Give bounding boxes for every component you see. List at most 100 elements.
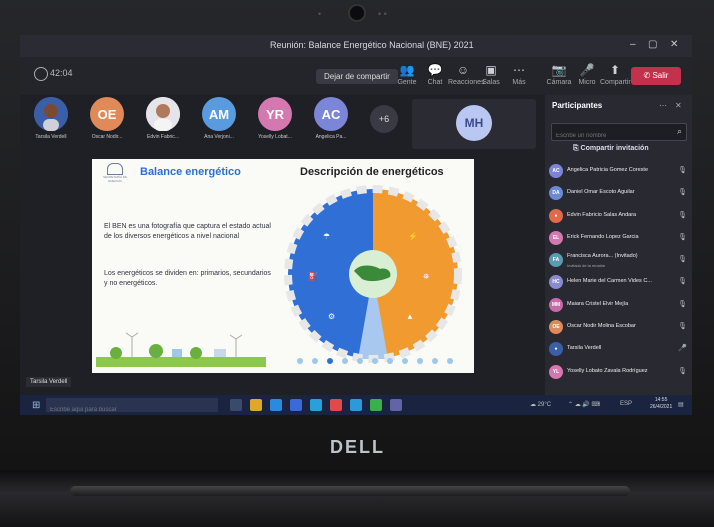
- window-title: Reunión: Balance Energético Nacional (BN…: [270, 40, 474, 50]
- participant-row[interactable]: AC Angelica Patricia Gomez Coreste 🎙: [549, 161, 689, 183]
- windows-start-icon[interactable]: ⊞: [32, 400, 40, 411]
- spotlight-tile[interactable]: MH: [412, 99, 536, 149]
- taskbar-search-input[interactable]: [46, 404, 204, 415]
- camera-button[interactable]: 📷 Cámara: [544, 63, 574, 86]
- tray-icons[interactable]: ⌃ ☁ 🔊 ⌨: [568, 401, 600, 408]
- avatar: YR: [258, 97, 292, 131]
- panel-more-icon[interactable]: ⋯: [659, 101, 667, 110]
- taskbar-search[interactable]: [46, 398, 218, 415]
- participant-row[interactable]: OE Oscar Nodir Molina Escobar 🎙: [549, 317, 689, 339]
- task-view-icon[interactable]: [230, 399, 242, 411]
- participant-search[interactable]: ⌕: [551, 123, 687, 143]
- participant-tile[interactable]: YR Yoselly Lobat...: [248, 97, 302, 140]
- close-button[interactable]: ✕: [670, 39, 678, 50]
- svg-text:⚡: ⚡: [408, 231, 418, 241]
- avatar: AC: [549, 164, 563, 178]
- avatar: ●: [549, 208, 563, 223]
- chat-button[interactable]: 💬 Chat: [420, 63, 450, 86]
- participant-row[interactable]: MM Maiara Cristel Elvir Mejía 🎙: [549, 295, 689, 317]
- edge-icon[interactable]: [270, 399, 282, 411]
- rooms-label: Salas: [482, 79, 500, 86]
- svg-text:⛯: ⛯: [423, 272, 430, 281]
- participant-row[interactable]: HC Helen Marie del Carmen Vides C... 🎙: [549, 272, 689, 294]
- presenter-label: Tarsila Verdell: [26, 377, 72, 387]
- rooms-button[interactable]: ▣ Salas: [476, 63, 506, 86]
- language-indicator[interactable]: ESP: [620, 401, 632, 407]
- energy-wheel-diagram: ☂ ⛽ ⚙ ⚡ ⛯ ▲: [284, 185, 462, 363]
- avatar: DA: [549, 186, 563, 201]
- taskbar-clock[interactable]: 14:55 26/4/2021: [650, 397, 672, 410]
- participant-tile[interactable]: OE Oscar Nodir...: [80, 97, 134, 140]
- rooms-icon: ▣: [485, 63, 497, 77]
- mic-off-icon: 🎙: [678, 300, 687, 308]
- notification-icon[interactable]: ▤: [678, 401, 684, 408]
- participant-row[interactable]: EL Erick Fernando Lopez Garcia 🎙: [549, 228, 689, 250]
- participant-tile[interactable]: AC Angelica Pa...: [304, 97, 358, 140]
- stop-sharing-button[interactable]: Dejar de compartir: [316, 69, 398, 84]
- reactions-button[interactable]: ☺ Reacciones: [448, 63, 485, 86]
- webcam: [348, 4, 366, 22]
- participant-tile[interactable]: Tarsila Verdell: [24, 97, 78, 140]
- window-titlebar: Reunión: Balance Energético Nacional (BN…: [20, 35, 692, 57]
- leave-button[interactable]: ✆ Salir: [631, 67, 681, 85]
- avatar: AC: [314, 97, 348, 131]
- weather-widget[interactable]: ☁ 29°C: [530, 401, 551, 408]
- participant-list: AC Angelica Patricia Gomez Coreste 🎙 DA Dan…: [549, 161, 689, 384]
- participant-name: Oscar Nodir Molina Escobar: [567, 323, 636, 330]
- camera-icon: 📷: [551, 63, 567, 77]
- secretaria-logo: SECRETARÍA DE ENERGÍA: [98, 163, 132, 189]
- participant-row[interactable]: FA Francisca Aurora... (Invitado) Invitado…: [549, 250, 689, 272]
- participant-name: Angelica Patricia Gomez Coreste: [567, 167, 649, 173]
- chat-icon: 💬: [427, 63, 443, 77]
- participant-name: Tarsila Verdell: [35, 134, 67, 140]
- people-label: Gente: [397, 79, 417, 86]
- mic-off-icon: 🎙: [678, 167, 687, 174]
- participant-row[interactable]: ● Edvin Fabricio Salas Andara 🎙: [549, 206, 689, 228]
- people-button[interactable]: 👥 Gente: [392, 63, 422, 86]
- avatar: [34, 97, 68, 131]
- share-invite-button[interactable]: ⎘ Compartir invitación: [573, 145, 649, 153]
- participant-name: Helen Marie del Carmen Vides C...: [567, 278, 652, 285]
- store-icon[interactable]: [310, 399, 322, 411]
- mic-label: Micro: [578, 79, 596, 86]
- maximize-button[interactable]: ▢: [648, 39, 657, 50]
- participant-name: Ana Verjoni...: [204, 134, 234, 140]
- chrome-icon[interactable]: [330, 399, 342, 411]
- shield-icon: [34, 67, 48, 81]
- participant-row[interactable]: DA Daniel Omar Escoto Aguilar 🎙: [549, 183, 689, 205]
- participant-name: Tarsila Verdell: [567, 345, 602, 352]
- mic-on-icon: 🎤: [678, 345, 687, 353]
- mic-off-icon: 🎙: [678, 278, 687, 286]
- bezel-dot: • •: [378, 9, 387, 19]
- panel-close-icon[interactable]: ✕: [675, 101, 682, 110]
- excel-icon[interactable]: [370, 399, 382, 411]
- mic-icon: 🎤: [579, 63, 595, 77]
- word-icon[interactable]: [350, 399, 362, 411]
- reactions-icon: ☺: [456, 63, 470, 77]
- laptop-hinge: [0, 470, 714, 527]
- file-explorer-icon[interactable]: [250, 399, 262, 411]
- teams-icon[interactable]: [390, 399, 402, 411]
- participant-name: Maiara Cristel Elvir Mejía: [567, 300, 629, 307]
- share-button[interactable]: ⬆ Compartir: [600, 63, 631, 86]
- avatar: EL: [549, 230, 563, 245]
- minimize-button[interactable]: –: [630, 39, 636, 50]
- participant-status: Invitado de la reunión: [567, 263, 606, 269]
- participant-tile[interactable]: AM Ana Verjoni...: [192, 97, 246, 140]
- participant-tile[interactable]: Edvin Fabric...: [136, 97, 190, 140]
- more-button[interactable]: ⋯ Más: [504, 63, 534, 86]
- mic-button[interactable]: 🎤 Micro: [572, 63, 602, 86]
- meeting-toolbar: 42:04 Dejar de compartir 👥 Gente 💬 Chat ☺ R…: [20, 57, 692, 95]
- search-icon: ⌕: [676, 126, 682, 136]
- avatar: ●: [549, 342, 563, 357]
- mic-off-icon: 🎙: [678, 211, 687, 219]
- mic-off-icon: 🎙: [678, 233, 687, 241]
- mail-icon[interactable]: [290, 399, 302, 411]
- more-participants-button[interactable]: +6: [370, 105, 398, 133]
- clock-date: 26/4/2021: [650, 403, 673, 410]
- more-label: Más: [512, 79, 526, 86]
- slide-paragraph: Los energéticos se dividen en: primarios…: [104, 270, 271, 288]
- participant-row[interactable]: YL Yoselly Lobato Zavala Rodríguez 🎙: [549, 362, 689, 384]
- participant-row[interactable]: ● Tarsila Verdell 🎤: [549, 339, 689, 361]
- participant-search-input[interactable]: [552, 129, 670, 143]
